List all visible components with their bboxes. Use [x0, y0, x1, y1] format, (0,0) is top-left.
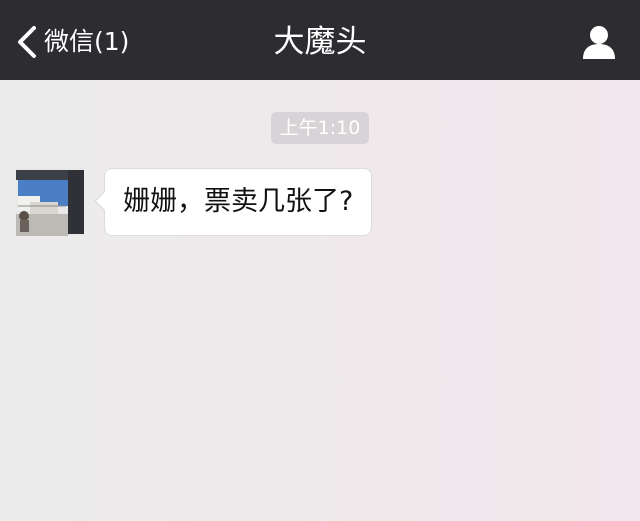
avatar[interactable] — [16, 168, 84, 236]
timestamp-row: 上午1:10 — [0, 112, 640, 144]
message-text: 姗姗，票卖几张了? — [123, 186, 354, 217]
chevron-left-icon — [18, 26, 36, 58]
chat-screen: 大魔头 微信(1) 上午1:10 姗姗，票卖几张了? — [0, 0, 640, 521]
back-button[interactable]: 微信(1) — [14, 22, 129, 62]
message-timestamp: 上午1:10 — [270, 112, 370, 144]
avatar-image — [16, 168, 84, 236]
message-row-incoming: 姗姗，票卖几张了? — [16, 168, 373, 236]
message-bubble[interactable]: 姗姗，票卖几张了? — [93, 168, 373, 236]
back-button-label: 微信(1) — [44, 27, 130, 56]
person-icon[interactable] — [582, 24, 616, 60]
navbar: 大魔头 微信(1) — [0, 0, 640, 80]
